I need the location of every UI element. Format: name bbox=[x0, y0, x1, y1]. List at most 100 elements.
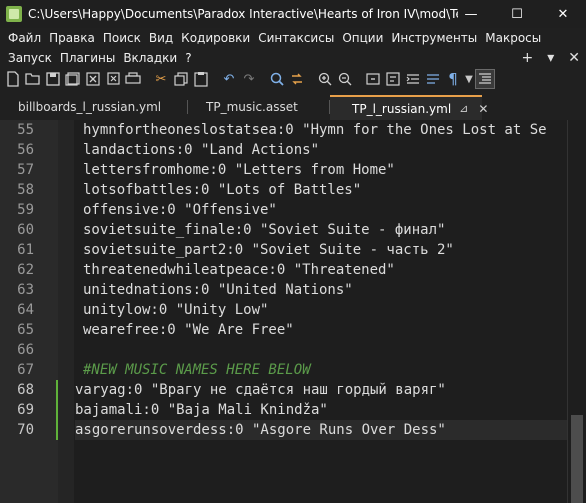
tab-list-icon[interactable]: ▾ bbox=[547, 50, 554, 66]
close-icon[interactable] bbox=[84, 70, 102, 88]
tab-label: TP_music.asset bbox=[206, 100, 298, 114]
save-all-icon[interactable] bbox=[64, 70, 82, 88]
paste-icon[interactable] bbox=[192, 70, 210, 88]
code-line[interactable]: wearefree:0 "We Are Free" bbox=[75, 320, 567, 340]
open-file-icon[interactable] bbox=[24, 70, 42, 88]
tab-bar: billboards_l_russian.yml TP_music.asset … bbox=[0, 95, 586, 121]
menu-right-controls: + ▾ ✕ bbox=[522, 50, 581, 66]
line-number: 68 bbox=[17, 382, 34, 398]
menu-row-1: Файл Правка Поиск Вид Кодировки Синтакси… bbox=[0, 28, 586, 48]
code-line[interactable]: lotsofbattles:0 "Lots of Battles" bbox=[75, 180, 567, 200]
line-number-gutter: 55 56 57 58 59 60 61 62 63 64 65 66 67 6… bbox=[0, 120, 59, 503]
undo-icon[interactable]: ↶ bbox=[220, 70, 238, 88]
code-line[interactable]: unitednations:0 "United Nations" bbox=[75, 280, 567, 300]
window-title: C:\Users\Happy\Documents\Paradox Interac… bbox=[28, 7, 458, 21]
line-number: 64 bbox=[17, 302, 34, 318]
line-number: 57 bbox=[17, 162, 34, 178]
copy-icon[interactable] bbox=[172, 70, 190, 88]
tab-label: billboards_l_russian.yml bbox=[18, 100, 162, 114]
function-list-icon[interactable] bbox=[475, 69, 495, 89]
replace-icon[interactable] bbox=[288, 70, 306, 88]
menu-window[interactable]: Вкладки bbox=[119, 51, 181, 65]
code-line[interactable]: varyag:0 "Врагу не сдаётся наш гордый ва… bbox=[75, 380, 567, 400]
line-number: 61 bbox=[17, 242, 34, 258]
code-line[interactable]: threatenedwhileatpeace:0 "Threatened" bbox=[75, 260, 567, 280]
menu-run[interactable]: Запуск bbox=[4, 51, 56, 65]
save-icon[interactable] bbox=[44, 70, 62, 88]
line-number: 62 bbox=[17, 262, 34, 278]
wrap-icon[interactable] bbox=[384, 70, 402, 88]
menu-bar: Файл Правка Поиск Вид Кодировки Синтакси… bbox=[0, 28, 586, 68]
menu-search[interactable]: Поиск bbox=[99, 31, 145, 45]
line-numbers: 55 56 57 58 59 60 61 62 63 64 65 66 67 6… bbox=[0, 120, 34, 440]
redo-icon[interactable]: ↷ bbox=[240, 70, 258, 88]
maximize-button[interactable]: ☐ bbox=[494, 0, 540, 28]
line-number: 69 bbox=[17, 402, 34, 418]
code-line[interactable]: offensive:0 "Offensive" bbox=[75, 200, 567, 220]
zoom-out-icon[interactable] bbox=[336, 70, 354, 88]
pin-icon[interactable]: ⊿ bbox=[459, 102, 468, 115]
menu-view[interactable]: Вид bbox=[145, 31, 177, 45]
minimize-button[interactable]: — bbox=[448, 0, 494, 28]
code-area[interactable]: hymnfortheoneslostatsea:0 "Hymn for the … bbox=[75, 120, 567, 440]
line-number: 67 bbox=[17, 362, 34, 378]
code-line[interactable]: sovietsuite_finale:0 "Soviet Suite - фин… bbox=[75, 220, 567, 240]
menu-plugins[interactable]: Плагины bbox=[56, 51, 119, 65]
window-controls: — ☐ ✕ bbox=[448, 0, 586, 28]
tab-label: TP_l_russian.yml bbox=[352, 101, 452, 116]
code-line[interactable]: landactions:0 "Land Actions" bbox=[75, 140, 567, 160]
tab-tp-l-russian[interactable]: TP_l_russian.yml ⊿ ✕ bbox=[330, 95, 488, 120]
line-number: 55 bbox=[17, 122, 34, 138]
notepad-window: C:\Users\Happy\Documents\Paradox Interac… bbox=[0, 0, 586, 503]
menu-file[interactable]: Файл bbox=[4, 31, 45, 45]
code-line[interactable]: bajamali:0 "Baja Mali Knindža" bbox=[75, 400, 567, 420]
menu-row-2: Запуск Плагины Вкладки ? bbox=[0, 48, 586, 68]
vertical-scrollbar[interactable] bbox=[568, 120, 586, 503]
menu-macro[interactable]: Макросы bbox=[481, 31, 545, 45]
line-number: 66 bbox=[17, 342, 34, 358]
code-line[interactable]: lettersfromhome:0 "Letters from Home" bbox=[75, 160, 567, 180]
close-window-button[interactable]: ✕ bbox=[540, 0, 586, 28]
tab-tp-music[interactable]: TP_music.asset bbox=[188, 95, 330, 119]
find-icon[interactable] bbox=[268, 70, 286, 88]
print-icon[interactable] bbox=[124, 70, 142, 88]
menu-encoding[interactable]: Кодировки bbox=[177, 31, 254, 45]
close-all-icon[interactable] bbox=[104, 70, 122, 88]
sync-v-icon[interactable] bbox=[364, 70, 382, 88]
current-code-line[interactable]: asgorerunsoverdess:0 "Asgore Runs Over D… bbox=[75, 420, 567, 440]
pilcrow-icon[interactable]: ¶ bbox=[444, 70, 462, 88]
comment-line[interactable]: #NEW MUSIC NAMES HERE BELOW bbox=[75, 360, 567, 380]
menu-language[interactable]: Синтаксисы bbox=[254, 31, 338, 45]
indent-icon[interactable] bbox=[404, 70, 422, 88]
line-number: 63 bbox=[17, 282, 34, 298]
code-line[interactable]: sovietsuite_part2:0 "Soviet Suite - част… bbox=[75, 240, 567, 260]
cut-icon[interactable]: ✂ bbox=[152, 70, 170, 88]
tab-billboards[interactable]: billboards_l_russian.yml bbox=[0, 95, 188, 119]
menu-tools[interactable]: Инструменты bbox=[387, 31, 481, 45]
text-editor[interactable]: 55 56 57 58 59 60 61 62 63 64 65 66 67 6… bbox=[0, 120, 586, 503]
code-line[interactable]: hymnfortheoneslostatsea:0 "Hymn for the … bbox=[75, 120, 567, 140]
show-all-icon[interactable] bbox=[424, 70, 442, 88]
fold-margin[interactable] bbox=[58, 120, 74, 503]
scrollbar-thumb[interactable] bbox=[571, 415, 583, 503]
title-bar: C:\Users\Happy\Documents\Paradox Interac… bbox=[0, 0, 586, 28]
toolbar: ✂ ↶ ↷ ¶ ▼ bbox=[0, 68, 586, 90]
line-number: 58 bbox=[17, 182, 34, 198]
app-icon bbox=[6, 6, 22, 22]
new-tab-icon[interactable]: + bbox=[522, 50, 534, 66]
zoom-in-icon[interactable] bbox=[316, 70, 334, 88]
line-number: 65 bbox=[17, 322, 34, 338]
line-number: 60 bbox=[17, 222, 34, 238]
menu-edit[interactable]: Правка bbox=[45, 31, 99, 45]
line-number: 70 bbox=[17, 422, 34, 438]
new-file-icon[interactable] bbox=[4, 70, 22, 88]
line-number: 59 bbox=[17, 202, 34, 218]
menu-settings[interactable]: Опции bbox=[338, 31, 387, 45]
code-line[interactable] bbox=[75, 340, 567, 360]
menu-help[interactable]: ? bbox=[181, 51, 195, 65]
line-number: 56 bbox=[17, 142, 34, 158]
dropdown-icon[interactable]: ▼ bbox=[464, 70, 474, 88]
code-line[interactable]: unitylow:0 "Unity Low" bbox=[75, 300, 567, 320]
close-tab-icon[interactable]: ✕ bbox=[568, 50, 580, 66]
tab-close-icon[interactable]: ✕ bbox=[478, 102, 488, 116]
